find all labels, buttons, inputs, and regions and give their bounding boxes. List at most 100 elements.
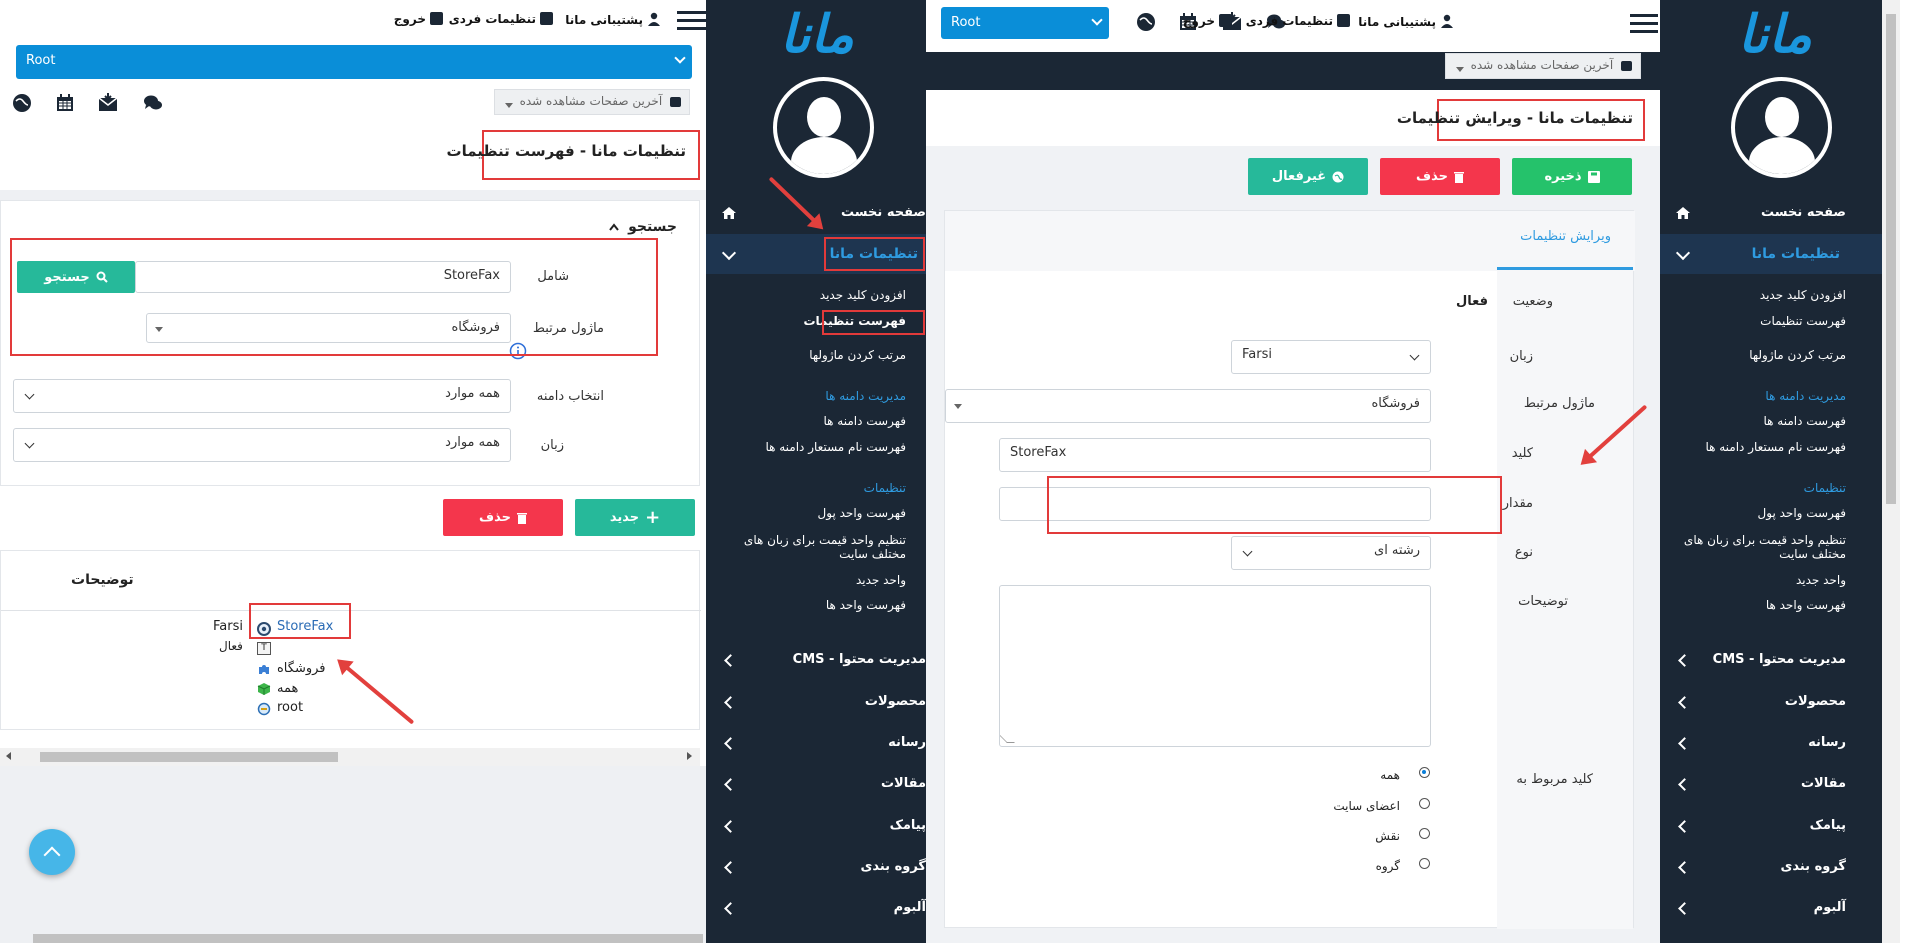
- sidebar-item-articles[interactable]: مقالات: [1801, 776, 1846, 791]
- domain-select[interactable]: همه موارد: [13, 379, 511, 413]
- row-scope: همه: [277, 681, 298, 696]
- personal-settings-link[interactable]: تنظیمات فردی: [449, 12, 553, 26]
- sidebar-item-sms[interactable]: پیامک: [890, 818, 926, 833]
- scroll-left-icon[interactable]: [6, 752, 11, 760]
- personal-settings-link[interactable]: تنظیمات فردی: [1246, 14, 1350, 28]
- radio-all[interactable]: [1419, 767, 1430, 778]
- page-title-text: تنظیمات مانا - ویرایش تنظیمات: [1396, 109, 1633, 127]
- save-button[interactable]: ذخیره: [1512, 158, 1632, 195]
- calendar-icon[interactable]: [55, 93, 75, 113]
- bottom-scrollbar-thumb[interactable]: [33, 934, 703, 943]
- logout-link[interactable]: خروج: [394, 12, 443, 26]
- sidebar-item-domain-alias[interactable]: فهرست نام مستعار دامنه ها: [1705, 440, 1846, 454]
- vertical-scrollbar[interactable]: [1882, 0, 1900, 943]
- sidebar-item-cms[interactable]: مدیریت محتوا - CMS: [1713, 652, 1846, 667]
- settings-header: تنظیمات: [1804, 481, 1846, 495]
- scroll-to-top-button[interactable]: [29, 829, 75, 875]
- type-label: نوع: [1514, 545, 1533, 560]
- chevron-left-icon: [724, 902, 737, 915]
- sidebar-item-sms[interactable]: پیامک: [1810, 818, 1846, 833]
- new-button[interactable]: + جدید: [575, 499, 695, 536]
- key-input[interactable]: StoreFax: [999, 438, 1431, 472]
- sort-modules-label: مرتب کردن ماژولها: [809, 348, 906, 362]
- scrollbar-thumb[interactable]: [40, 752, 338, 762]
- resize-handle-icon[interactable]: [1000, 735, 1015, 743]
- sidebar-item-cms[interactable]: مدیریت محتوا - CMS: [793, 652, 926, 667]
- page-title-text: تنظیمات مانا - فهرست تنظیمات: [446, 142, 687, 160]
- sidebar-item-products[interactable]: محصولات: [1785, 694, 1846, 709]
- grouping-label: گروه بندی: [860, 859, 926, 874]
- description-textarea[interactable]: [999, 585, 1431, 747]
- home-icon[interactable]: [722, 207, 736, 219]
- tab-edit-settings[interactable]: ویرایش تنظیمات: [1520, 229, 1611, 244]
- currency-label: فهرست واحد پول: [1757, 506, 1846, 520]
- sidebar-item-domains[interactable]: فهرست دامنه ها: [1764, 414, 1847, 428]
- recent-pages-dropdown[interactable]: آخرین صفحات مشاهده شده: [1445, 53, 1641, 79]
- sidebar-item-sort-modules[interactable]: مرتب کردن ماژولها: [1749, 348, 1846, 362]
- sidebar-item-home[interactable]: صفحه نخست: [841, 205, 926, 220]
- recent-pages-dropdown[interactable]: آخرین صفحات مشاهده شده: [494, 89, 690, 115]
- scroll-right-icon[interactable]: [687, 752, 692, 760]
- radio-role[interactable]: [1419, 828, 1430, 839]
- chat-icon[interactable]: [143, 93, 163, 113]
- logout-link[interactable]: خروج: [1183, 14, 1232, 28]
- sidebar-item-home[interactable]: صفحه نخست: [1761, 205, 1846, 220]
- chevron-down-icon: [1242, 546, 1253, 557]
- sms-label: پیامک: [1809, 818, 1846, 833]
- description-column-header[interactable]: توضیحات: [71, 572, 134, 588]
- radio-group[interactable]: [1419, 858, 1430, 869]
- delete-button[interactable]: حذف: [443, 499, 563, 536]
- divider: [0, 190, 706, 200]
- row-domain-value: root: [277, 700, 304, 715]
- globe-icon[interactable]: [12, 93, 32, 113]
- sidebar-item-currency-price[interactable]: تنظیم واحد قیمت برای زبان های مختلف سایت: [744, 533, 906, 561]
- vertical-scrollbar-thumb[interactable]: [1886, 14, 1896, 504]
- sidebar-item-domains[interactable]: فهرست دامنه ها: [824, 414, 907, 428]
- sidebar-item-currency[interactable]: فهرست واحد پول: [1758, 506, 1846, 520]
- sidebar-item-currency-price[interactable]: تنظیم واحد قیمت برای زبان های مختلف سایت: [1684, 533, 1846, 561]
- sidebar-item-grouping[interactable]: گروه بندی: [1780, 859, 1846, 874]
- highlight-value-field: [1047, 476, 1502, 534]
- radio-members[interactable]: [1419, 798, 1430, 809]
- delete-button[interactable]: حذف: [1380, 158, 1500, 195]
- search-header[interactable]: جستجو: [609, 219, 677, 235]
- add-key-label: افزودن کلید جدید: [1759, 288, 1846, 302]
- row-module-value: فروشگاه: [277, 661, 326, 676]
- sidebar-item-media[interactable]: رسانه: [1808, 735, 1846, 750]
- language-value: Farsi: [1242, 347, 1272, 362]
- home-icon[interactable]: [1676, 207, 1690, 219]
- type-select[interactable]: رشته ای: [1231, 536, 1431, 570]
- support-link[interactable]: پشتیبانی مانا: [565, 12, 661, 27]
- sidebar-item-grouping[interactable]: گروه بندی: [860, 859, 926, 874]
- sidebar-item-new-unit[interactable]: واحد جدید: [1796, 573, 1846, 587]
- language-select[interactable]: Farsi: [1231, 340, 1431, 374]
- sidebar-item-settings-list[interactable]: فهرست تنظیمات: [1760, 314, 1846, 328]
- language-select[interactable]: همه موارد: [13, 428, 511, 462]
- sidebar-item-unit-list[interactable]: فهرست واحد ها: [826, 598, 906, 612]
- hamburger-menu-icon[interactable]: [1630, 12, 1658, 34]
- profile-card-icon: [540, 12, 553, 25]
- sidebar-item-add-key[interactable]: افزودن کلید جدید: [820, 288, 906, 302]
- globe-icon[interactable]: [1136, 12, 1156, 32]
- domain-mgmt-header: مدیریت دامنه ها: [825, 389, 906, 403]
- sidebar-item-album[interactable]: آلبوم: [894, 900, 926, 915]
- disable-button[interactable]: غیرفعال: [1248, 158, 1368, 195]
- sidebar-item-sort-modules[interactable]: مرتب کردن ماژولها: [809, 348, 906, 362]
- root-domain-select[interactable]: Root: [16, 45, 692, 79]
- sidebar-item-media[interactable]: رسانه: [888, 735, 926, 750]
- sidebar-item-products[interactable]: محصولات: [865, 694, 926, 709]
- sidebar-item-articles[interactable]: مقالات: [881, 776, 926, 791]
- hamburger-menu-icon[interactable]: [677, 9, 706, 31]
- cms-label: مدیریت محتوا - CMS: [1712, 652, 1846, 667]
- sidebar-item-currency[interactable]: فهرست واحد پول: [818, 506, 906, 520]
- sidebar-item-unit-list[interactable]: فهرست واحد ها: [1766, 598, 1846, 612]
- sidebar-item-album[interactable]: آلبوم: [1814, 900, 1846, 915]
- root-domain-select[interactable]: Root: [941, 7, 1109, 39]
- module-select[interactable]: فروشگاه: [945, 389, 1431, 423]
- inbox-icon[interactable]: [98, 93, 118, 113]
- support-link[interactable]: پشتیبانی مانا: [1358, 14, 1454, 29]
- sidebar-item-add-key[interactable]: افزودن کلید جدید: [1760, 288, 1846, 302]
- horizontal-scrollbar[interactable]: [0, 748, 700, 766]
- sidebar-item-domain-alias[interactable]: فهرست نام مستعار دامنه ها: [765, 440, 906, 454]
- sidebar-item-new-unit[interactable]: واحد جدید: [856, 573, 906, 587]
